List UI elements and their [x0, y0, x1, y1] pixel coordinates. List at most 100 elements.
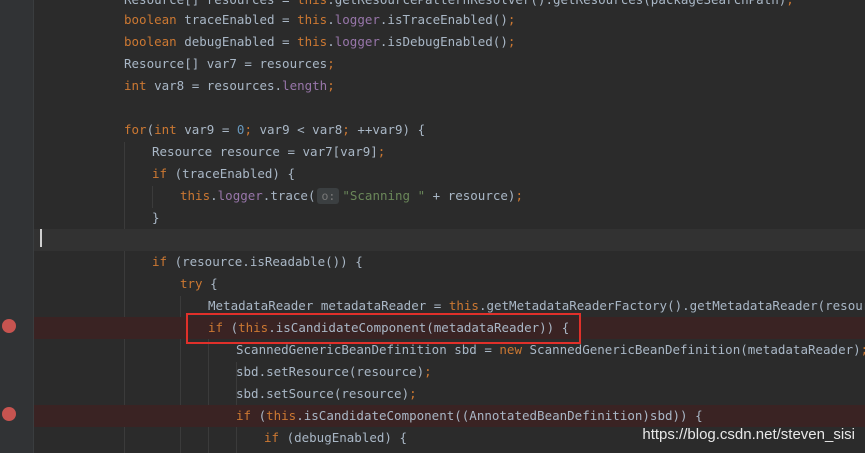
code-text: if (debugEnabled) { [264, 427, 407, 449]
code-token: this [266, 408, 297, 423]
code-token: if [152, 254, 175, 269]
code-line-current[interactable] [34, 229, 865, 251]
annotation-highlight-box [186, 313, 581, 344]
code-line[interactable]: Resource[] var7 = resources; [34, 53, 865, 75]
code-token: ; [861, 342, 865, 357]
code-token: this [297, 12, 328, 27]
code-token: length [282, 78, 328, 93]
code-token: Resource resource = var7[var9] [152, 144, 378, 159]
code-text: this.logger.trace(o: "Scanning " + resour… [180, 185, 523, 207]
code-token: .getMetadataReaderFactory().getMetadataR… [478, 298, 865, 313]
code-text: if (traceEnabled) { [152, 163, 295, 185]
code-text: boolean traceEnabled = this.logger.isTra… [124, 9, 515, 31]
code-token: Resource[] resources = [124, 0, 297, 7]
code-line[interactable]: Resource resource = var7[var9]; [34, 141, 865, 163]
code-token: this [448, 298, 479, 313]
code-token: sbd.setResource(resource) [236, 364, 425, 379]
code-token: ++var9) { [357, 122, 426, 137]
code-line[interactable]: boolean debugEnabled = this.logger.isDeb… [34, 31, 865, 53]
code-text: try { [180, 273, 218, 295]
code-token: ; [244, 122, 260, 137]
code-token: "Scanning " [342, 188, 433, 203]
code-token: ( [258, 408, 267, 423]
code-line-breakpoint[interactable]: if (this.isCandidateComponent((Annotated… [34, 405, 865, 427]
code-token: + resource) [432, 188, 516, 203]
code-token: .isTraceEnabled() [379, 12, 508, 27]
code-token: Resource[] var7 = resources [124, 56, 328, 71]
code-token: .isDebugEnabled() [379, 34, 508, 49]
code-token: (debugEnabled) { [286, 430, 407, 445]
code-line[interactable]: this.logger.trace(o: "Scanning " + resour… [34, 185, 865, 207]
code-text: boolean debugEnabled = this.logger.isDeb… [124, 31, 515, 53]
code-token: this [297, 34, 328, 49]
code-token: debugEnabled = [184, 34, 298, 49]
code-line[interactable]: sbd.setSource(resource); [34, 383, 865, 405]
code-token: .getResourcePatternResolver().getResourc… [327, 0, 786, 7]
code-line[interactable]: for(int var9 = 0; var9 < var8; ++var9) { [34, 119, 865, 141]
code-token: this [297, 0, 327, 7]
code-token: ; [515, 188, 523, 203]
code-token: this [180, 188, 211, 203]
code-line[interactable]: try { [34, 273, 865, 295]
code-token: boolean [124, 12, 185, 27]
code-line[interactable]: } [34, 207, 865, 229]
code-token: .trace( [262, 188, 316, 203]
code-text: if (this.isCandidateComponent((Annotated… [236, 405, 703, 427]
code-token: } [152, 210, 160, 225]
code-token: var9 = [184, 122, 237, 137]
code-line[interactable] [34, 97, 865, 119]
code-token: ; [786, 0, 794, 7]
code-token: . [327, 34, 335, 49]
code-line[interactable]: if (traceEnabled) { [34, 163, 865, 185]
text-caret [40, 229, 42, 247]
breakpoint-icon[interactable] [2, 407, 16, 421]
code-text: } [152, 207, 160, 229]
code-token: ( [146, 122, 155, 137]
code-token: (traceEnabled) { [174, 166, 295, 181]
breakpoint-icon[interactable] [2, 319, 16, 333]
code-token: if [152, 166, 175, 181]
code-text: if (resource.isReadable()) { [152, 251, 363, 273]
code-token: ; [327, 78, 335, 93]
code-token: logger [217, 188, 263, 203]
code-token: traceEnabled = [184, 12, 298, 27]
line-gutter[interactable] [0, 0, 34, 453]
code-token: var8 = resources. [154, 78, 283, 93]
code-line[interactable]: sbd.setResource(resource); [34, 361, 865, 383]
code-text: Resource resource = var7[var9]; [152, 141, 385, 163]
code-token: ; [409, 386, 417, 401]
code-token: . [210, 188, 218, 203]
code-token: ; [507, 34, 516, 49]
code-editor[interactable]: Resource[] resources = this.getResourceP… [34, 0, 865, 453]
code-token: new [499, 342, 530, 357]
code-token: ScannedGenericBeanDefinition sbd = [236, 342, 500, 357]
code-token: logger [334, 34, 380, 49]
code-token: var9 < var8 [259, 122, 343, 137]
watermark-text: https://blog.csdn.net/steven_sisi [642, 426, 855, 443]
code-token: try [180, 276, 211, 291]
code-line[interactable]: int var8 = resources.length; [34, 75, 865, 97]
code-token: ; [377, 144, 386, 159]
code-token: . [327, 12, 335, 27]
code-line[interactable]: if (resource.isReadable()) { [34, 251, 865, 273]
code-token: { [210, 276, 218, 291]
code-token: ScannedGenericBeanDefinition(metadataRea… [529, 342, 861, 357]
code-token: ; [342, 122, 358, 137]
code-token: int [124, 78, 155, 93]
code-text: for(int var9 = 0; var9 < var8; ++var9) { [124, 119, 425, 141]
code-token: logger [334, 12, 380, 27]
code-line[interactable]: boolean traceEnabled = this.logger.isTra… [34, 9, 865, 31]
code-token: .isCandidateComponent((AnnotatedBeanDefi… [296, 408, 703, 423]
code-text: Resource[] var7 = resources; [124, 53, 335, 75]
code-token: MetadataReader metadataReader = [208, 298, 449, 313]
code-token: if [236, 408, 259, 423]
code-token: for [124, 122, 147, 137]
code-token: ; [424, 364, 432, 379]
code-token: int [154, 122, 185, 137]
code-token: if [264, 430, 287, 445]
code-token: (resource.isReadable()) { [174, 254, 363, 269]
code-text: int var8 = resources.length; [124, 75, 335, 97]
code-text: sbd.setResource(resource); [236, 361, 432, 383]
code-token: ; [327, 56, 335, 71]
code-token: boolean [124, 34, 185, 49]
